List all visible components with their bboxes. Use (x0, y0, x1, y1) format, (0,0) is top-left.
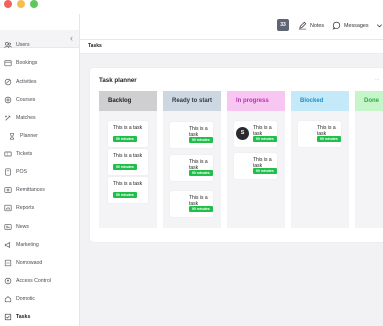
sidebar-item-users[interactable]: Users (0, 38, 80, 52)
marketing-icon (4, 242, 10, 248)
task-card[interactable]: This is a task 90 minutes (170, 191, 213, 217)
duration-badge: 90 minutes (113, 164, 137, 170)
column-in-progress: In progress S This is a task 90 minutes … (227, 91, 285, 228)
pencil-icon (298, 21, 307, 30)
sidebar-item-label: Remittances (16, 187, 45, 193)
sidebar-item-courses[interactable]: Courses (0, 93, 80, 107)
column-header: Blocked (291, 91, 349, 111)
duration-badge: 90 minutes (113, 192, 137, 198)
task-card[interactable]: This is a task 90 minutes (170, 155, 213, 181)
sidebar-item-reports[interactable]: Reports (0, 201, 80, 215)
duration-badge: 90 minutes (317, 136, 341, 142)
sidebar-item-label: Access Control (16, 278, 51, 284)
pos-icon (5, 168, 11, 176)
column-header: Ready to start (163, 91, 221, 111)
task-label: This is a task (113, 153, 143, 159)
sidebar-item-label: Tickets (16, 151, 33, 157)
task-card[interactable]: This is a task 90 minutes (108, 149, 148, 175)
remittances-icon (4, 187, 12, 193)
column-header: Done (355, 91, 383, 111)
nomowaod-icon (4, 259, 12, 267)
duration-badge: 90 minutes (189, 137, 213, 143)
news-icon (4, 224, 12, 230)
window-titlebar (0, 0, 383, 14)
task-card[interactable]: This is a task 90 minutes (234, 153, 277, 179)
sidebar-item-remittances[interactable]: Remittances (0, 183, 80, 197)
reports-icon (4, 204, 12, 212)
bookings-icon (4, 60, 12, 67)
sidebar-item-pos[interactable]: POS (0, 165, 80, 179)
column-backlog: Backlog This is a task 90 minutes This i… (99, 91, 157, 228)
page-title: Task planner (99, 77, 137, 84)
breadcrumb-bar: Tasks (80, 40, 383, 54)
column-header: Backlog (99, 91, 157, 111)
duration-badge: 90 minutes (189, 206, 213, 212)
sidebar: ‹ Users Bookings Activities Courses Matc… (0, 14, 80, 326)
sidebar-item-label: Nomowaod (16, 260, 43, 266)
task-card[interactable]: This is a task 90 minutes (108, 177, 148, 203)
notes-button[interactable]: Notes (298, 21, 324, 30)
sidebar-item-label: Domotic (16, 296, 36, 302)
close-window-button[interactable] (4, 0, 12, 8)
sidebar-item-marketing[interactable]: Marketing (0, 238, 80, 252)
sidebar-item-label: POS (16, 169, 27, 175)
notes-label: Notes (310, 22, 325, 29)
activities-icon (4, 78, 12, 86)
sidebar-item-label: Courses (16, 97, 36, 103)
sidebar-item-label: Bookings (16, 60, 38, 66)
count-badge[interactable]: 33 (277, 19, 289, 31)
sidebar-item-nomowaod[interactable]: Nomowaod (0, 256, 80, 270)
task-label: This is a task (113, 181, 143, 187)
task-card[interactable]: This is a task 90 minutes (108, 121, 148, 147)
column-blocked: Blocked This is a task 90 minutes (291, 91, 349, 228)
courses-icon (4, 96, 12, 104)
sidebar-item-label: Matches (16, 115, 36, 121)
sidebar-item-activities[interactable]: Activities (0, 75, 80, 89)
sidebar-item-access-control[interactable]: Access Control (0, 274, 80, 288)
top-header: 33 Notes Messages (80, 14, 383, 40)
sidebar-item-label: Reports (16, 205, 35, 211)
sidebar-item-planner[interactable]: Planner (0, 129, 80, 143)
matches-icon (5, 115, 11, 121)
avatar[interactable]: S (236, 127, 249, 140)
maximize-window-button[interactable] (30, 0, 38, 8)
messages-label: Messages (344, 22, 369, 29)
task-card[interactable]: This is a task 90 minutes (298, 121, 341, 147)
chevron-down-icon[interactable] (375, 21, 383, 30)
chat-icon (332, 21, 341, 30)
tasks-icon (4, 313, 12, 321)
sidebar-item-label: Marketing (16, 242, 39, 248)
column-ready-to-start: Ready to start This is a task 90 minutes… (163, 91, 221, 228)
breadcrumb: Tasks (88, 43, 102, 49)
sidebar-item-label: Users (16, 42, 30, 48)
users-icon (4, 42, 12, 48)
sidebar-item-tasks[interactable]: Tasks (0, 310, 80, 324)
duration-badge: 90 minutes (253, 168, 277, 174)
duration-badge: 90 minutes (113, 136, 137, 142)
sidebar-item-label: Planner (20, 133, 38, 139)
planner-extra-label: ··· (375, 77, 379, 82)
sidebar-item-tickets[interactable]: Tickets (0, 147, 80, 161)
task-card[interactable]: S This is a task 90 minutes (234, 121, 277, 147)
access-control-icon (4, 277, 12, 285)
duration-badge: 90 minutes (189, 170, 213, 176)
sidebar-item-news[interactable]: News (0, 220, 80, 234)
domotic-icon (4, 296, 12, 303)
task-planner-card: Task planner ··· Backlog This is a task … (90, 68, 383, 242)
sidebar-item-label: News (16, 224, 29, 230)
column-done: Done (355, 91, 383, 228)
task-card[interactable]: This is a task 90 minutes (170, 122, 213, 148)
task-label: This is a task (113, 125, 143, 131)
minimize-window-button[interactable] (17, 0, 25, 8)
sidebar-item-label: Tasks (16, 314, 31, 320)
duration-badge: 90 minutes (253, 136, 277, 142)
column-header: In progress (227, 91, 285, 111)
planner-icon (10, 133, 14, 140)
tickets-icon (4, 151, 12, 157)
sidebar-item-bookings[interactable]: Bookings (0, 56, 80, 70)
sidebar-item-domotic[interactable]: Domotic (0, 292, 80, 306)
messages-button[interactable]: Messages (332, 21, 369, 30)
sidebar-item-label: Activities (16, 79, 37, 85)
sidebar-item-matches[interactable]: Matches (0, 111, 80, 125)
